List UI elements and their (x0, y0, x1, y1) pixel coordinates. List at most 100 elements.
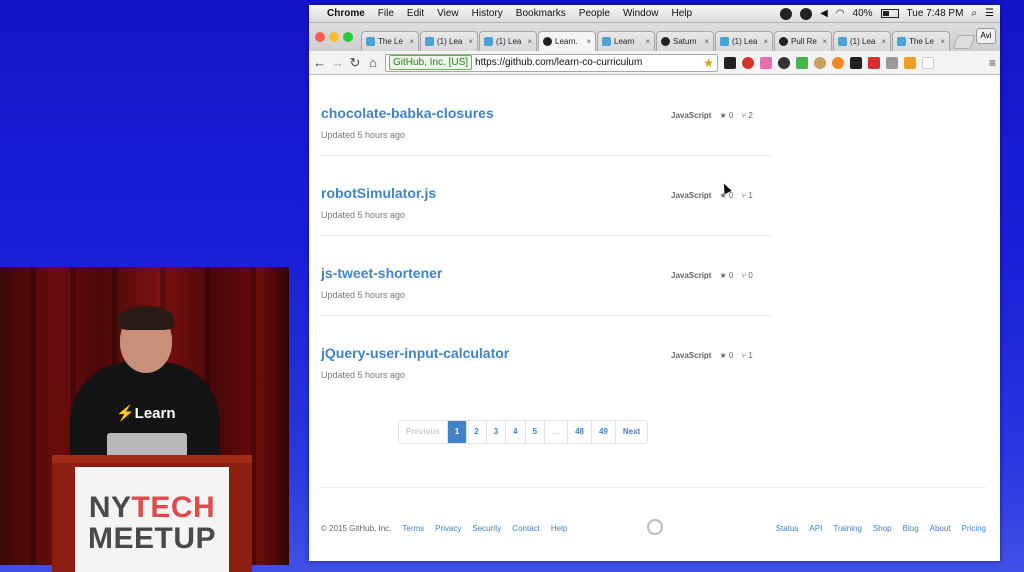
close-tab-icon[interactable]: × (645, 37, 650, 46)
footer-link-pricing[interactable]: Pricing (962, 524, 986, 533)
pagination-page-1[interactable]: 1 (447, 421, 468, 443)
profile-button[interactable]: Avi (976, 28, 996, 44)
footer-link-training[interactable]: Training (833, 524, 862, 533)
menu-edit[interactable]: Edit (407, 8, 424, 19)
browser-tab[interactable]: The Le × (892, 31, 950, 51)
pagination-page-49[interactable]: 49 (592, 421, 616, 443)
menu-help[interactable]: Help (672, 8, 693, 19)
cookie-extension-icon[interactable] (814, 56, 826, 69)
chrome-menu-icon[interactable]: ≡ (989, 56, 996, 70)
footer-link-api[interactable]: API (809, 524, 822, 533)
close-tab-icon[interactable]: × (881, 37, 886, 46)
pencil-extension-icon[interactable] (760, 56, 772, 69)
browser-tab[interactable]: Pull Re × (774, 31, 832, 51)
footer-link-contact[interactable]: Contact (512, 524, 540, 533)
eyedropper-extension-icon[interactable] (724, 56, 736, 69)
orange-extension-icon[interactable] (832, 56, 844, 69)
pagination-next[interactable]: Next (616, 421, 647, 443)
tag-extension-icon[interactable] (886, 56, 898, 69)
repo-forks-link[interactable]: ⑂ 0 (741, 271, 752, 280)
learn-favicon-icon (838, 37, 847, 46)
browser-tab[interactable]: Saturn × (656, 31, 714, 51)
close-window-button[interactable] (315, 32, 325, 42)
repo-title-link[interactable]: jQuery-user-input-calculator (321, 345, 509, 361)
pagination-page-5[interactable]: 5 (526, 421, 546, 443)
repo-forks-link[interactable]: ⑂ 1 (741, 351, 752, 360)
repo-forks-link[interactable]: ⑂ 1 (741, 191, 752, 200)
footer-right-links: Status API Training Shop Blog About Pric… (776, 524, 986, 533)
browser-tab[interactable]: Learn × (597, 31, 655, 51)
menu-people[interactable]: People (579, 8, 610, 19)
close-tab-icon[interactable]: × (409, 37, 414, 46)
footer-link-shop[interactable]: Shop (873, 524, 892, 533)
clock[interactable]: Tue 7:48 PM (907, 8, 964, 19)
footer-link-privacy[interactable]: Privacy (435, 524, 461, 533)
footer-link-about[interactable]: About (930, 524, 951, 533)
menu-file[interactable]: File (378, 8, 394, 19)
browser-tab[interactable]: (1) Lea × (833, 31, 891, 51)
pagination-previous[interactable]: Previous (399, 421, 448, 443)
note-extension-icon[interactable] (922, 56, 934, 69)
gear-extension-icon[interactable] (778, 56, 790, 69)
dollar-icon[interactable] (780, 7, 793, 20)
wifi-icon[interactable]: ◠ (836, 8, 845, 19)
red-cross-extension-icon[interactable] (868, 56, 880, 69)
reload-icon[interactable]: ↻ (349, 55, 361, 71)
close-tab-icon[interactable]: × (704, 37, 709, 46)
pagination-page-4[interactable]: 4 (506, 421, 526, 443)
menu-history[interactable]: History (472, 8, 503, 19)
menu-view[interactable]: View (437, 8, 459, 19)
address-bar[interactable]: GitHub, Inc. [US] https://github.com/lea… (385, 53, 718, 72)
repo-stars-link[interactable]: ★ 0 (719, 271, 733, 280)
browser-tab[interactable]: (1) Lea × (420, 31, 478, 51)
close-tab-icon[interactable]: × (822, 37, 827, 46)
url-text[interactable]: https://github.com/learn-co-curriculum (475, 57, 642, 68)
footer-link-terms[interactable]: Terms (402, 524, 424, 533)
close-tab-icon[interactable]: × (940, 37, 945, 46)
footer-link-security[interactable]: Security (472, 524, 501, 533)
grid-extension-icon[interactable] (796, 56, 808, 69)
repo-title-link[interactable]: robotSimulator.js (321, 185, 436, 201)
menu-chrome[interactable]: Chrome (327, 8, 365, 19)
repo-item: robotSimulator.js Updated 5 hours ago Ja… (321, 156, 771, 236)
browser-tab[interactable]: The Le × (361, 31, 419, 51)
close-tab-icon[interactable]: × (586, 37, 591, 46)
footer-link-status[interactable]: Status (776, 524, 799, 533)
volume-icon[interactable]: ◀ (820, 8, 828, 19)
spotlight-search-icon[interactable]: ⌕ (971, 8, 977, 19)
chart-extension-icon[interactable] (904, 56, 916, 69)
notification-center-icon[interactable]: ☰ (985, 8, 994, 19)
back-arrow-icon[interactable]: ← (313, 55, 326, 70)
zoom-window-button[interactable] (343, 32, 353, 42)
layers-extension-icon[interactable] (850, 56, 862, 69)
repo-title-link[interactable]: chocolate-babka-closures (321, 105, 494, 121)
opera-extension-icon[interactable] (742, 56, 754, 69)
close-tab-icon[interactable]: × (527, 37, 532, 46)
menu-window[interactable]: Window (623, 8, 659, 19)
close-tab-icon[interactable]: × (763, 37, 768, 46)
close-tab-icon[interactable]: × (468, 37, 473, 46)
pagination-page-3[interactable]: 3 (487, 421, 507, 443)
repo-forks-link[interactable]: ⑂ 2 (741, 111, 752, 120)
browser-tab[interactable]: (1) Lea × (479, 31, 537, 51)
bookmark-star-icon[interactable]: ★ (703, 56, 714, 70)
minimize-window-button[interactable] (329, 32, 339, 42)
browser-tab[interactable]: Learn. × (538, 31, 596, 51)
battery-icon[interactable] (880, 9, 899, 18)
new-tab-button[interactable] (952, 35, 976, 49)
home-icon[interactable]: ⌂ (367, 55, 379, 70)
ghost-icon[interactable] (800, 7, 813, 20)
browser-tab[interactable]: (1) Lea × (715, 31, 773, 51)
menu-bookmarks[interactable]: Bookmarks (516, 8, 566, 19)
repo-stars-link[interactable]: ★ 0 (719, 351, 733, 360)
github-octocat-icon[interactable] (647, 519, 663, 535)
footer-link-help[interactable]: Help (551, 524, 567, 533)
pagination-page-2[interactable]: 2 (467, 421, 487, 443)
ev-certificate-badge[interactable]: GitHub, Inc. [US] (389, 55, 473, 70)
repo-title-link[interactable]: js-tweet-shortener (321, 265, 442, 281)
tab-strip: The Le × (1) Lea × (1) Lea × Learn. × Learn × Satu… (309, 23, 1000, 51)
pagination-page-48[interactable]: 48 (568, 421, 592, 443)
forward-arrow-icon[interactable]: → (331, 55, 344, 70)
repo-stars-link[interactable]: ★ 0 (719, 111, 733, 120)
footer-link-blog[interactable]: Blog (903, 524, 919, 533)
